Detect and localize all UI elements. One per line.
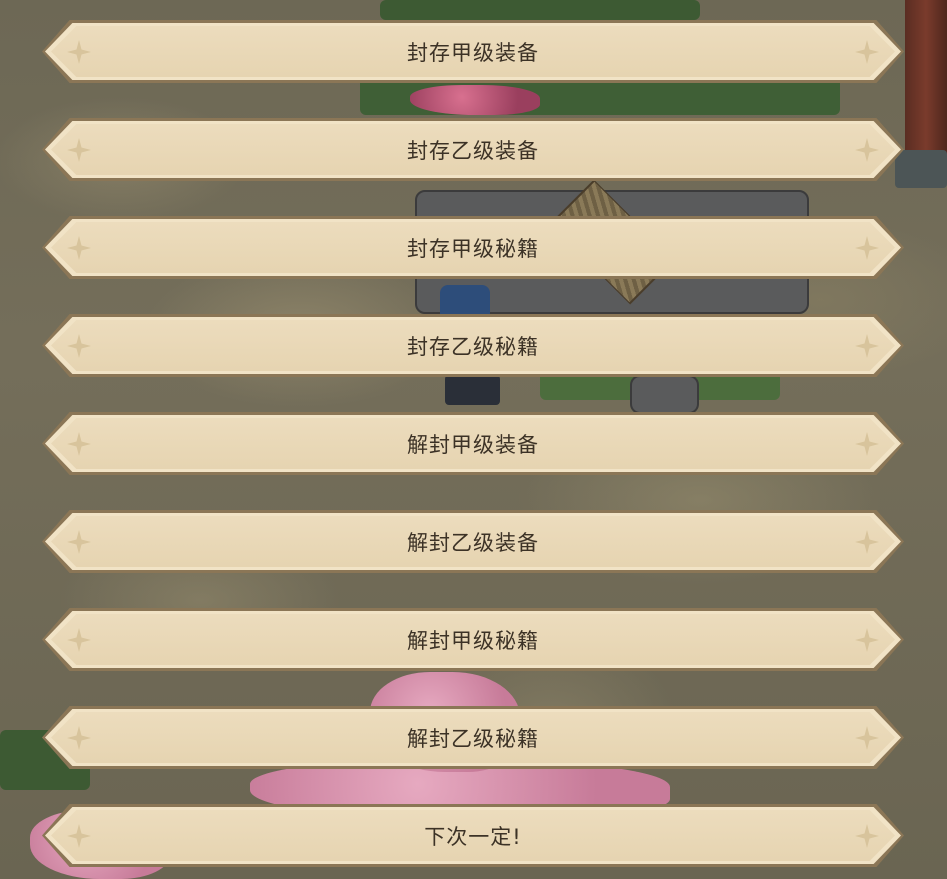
option-unseal-grade-a-equipment[interactable]: 解封甲级装备 xyxy=(42,412,904,475)
option-label: 解封乙级装备 xyxy=(407,530,539,555)
option-seal-grade-b-equipment[interactable]: 封存乙级装备 xyxy=(42,118,904,181)
option-label: 封存乙级装备 xyxy=(407,138,539,163)
option-seal-grade-a-equipment[interactable]: 封存甲级装备 xyxy=(42,20,904,83)
option-seal-grade-a-manuals[interactable]: 封存甲级秘籍 xyxy=(42,216,904,279)
option-label: 解封甲级秘籍 xyxy=(407,628,539,653)
option-next-time[interactable]: 下次一定! xyxy=(42,804,904,867)
option-label: 下次一定! xyxy=(424,824,522,849)
choice-menu: 封存甲级装备 封存乙级装备 封存甲级秘籍 封存乙级秘籍 解封甲级装备 解封乙级装… xyxy=(0,0,947,879)
option-label: 封存甲级装备 xyxy=(407,40,539,65)
option-label: 封存甲级秘籍 xyxy=(407,236,539,261)
option-seal-grade-b-manuals[interactable]: 封存乙级秘籍 xyxy=(42,314,904,377)
option-unseal-grade-b-equipment[interactable]: 解封乙级装备 xyxy=(42,510,904,573)
option-unseal-grade-b-manuals[interactable]: 解封乙级秘籍 xyxy=(42,706,904,769)
option-label: 解封乙级秘籍 xyxy=(407,726,539,751)
option-label: 解封甲级装备 xyxy=(407,432,539,457)
option-label: 封存乙级秘籍 xyxy=(407,334,539,359)
option-unseal-grade-a-manuals[interactable]: 解封甲级秘籍 xyxy=(42,608,904,671)
